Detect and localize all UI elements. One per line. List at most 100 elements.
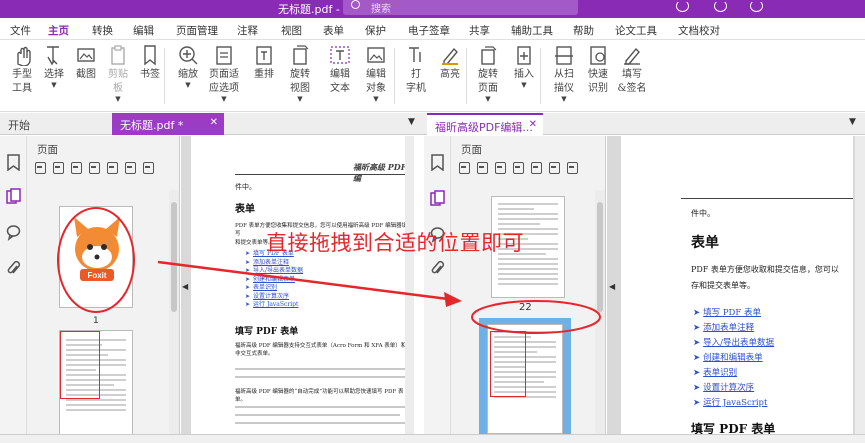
page-tool-icon[interactable] xyxy=(143,162,154,174)
ribbon-button-zoom[interactable]: 缩放 ▼ xyxy=(170,44,206,89)
tab-start[interactable]: 开始 xyxy=(0,113,110,135)
page-tool-icon[interactable] xyxy=(495,162,506,174)
page-tool-icon[interactable] xyxy=(549,162,560,174)
link-item[interactable]: 添加表单注释 xyxy=(693,321,774,336)
ribbon-button-screenshot[interactable]: 截图 xyxy=(68,44,104,82)
chevron-down-icon[interactable]: ▼ xyxy=(358,96,394,103)
ribbon-button-insert-page[interactable]: 插入 ▼ xyxy=(506,44,542,89)
chevron-down-icon[interactable]: ▼ xyxy=(470,96,506,103)
chevron-down-icon[interactable]: ▼ xyxy=(506,82,542,89)
page-thumbnail[interactable] xyxy=(487,324,563,434)
ribbon-button-highlight[interactable]: 高亮 xyxy=(432,44,468,82)
user-icon[interactable] xyxy=(714,0,727,12)
link-item[interactable]: 导入/导出表单数据 xyxy=(245,267,303,276)
page-thumbnail[interactable]: Foxit xyxy=(59,206,133,308)
ribbon-button-edit-object[interactable]: 编辑 对象 ▼ xyxy=(358,44,394,103)
menu-accessibility[interactable]: 辅助工具 xyxy=(511,23,553,38)
menu-e-signature[interactable]: 电子签章 xyxy=(408,23,450,38)
link-item[interactable]: 添加表单注释 xyxy=(245,259,303,268)
ribbon-button-hand[interactable]: 手型 工具 xyxy=(4,44,40,96)
menu-protect[interactable]: 保护 xyxy=(365,23,386,38)
link-item[interactable]: 表单识别 xyxy=(693,366,774,381)
ribbon-button-fill-sign[interactable]: 填写 &签名 xyxy=(614,44,650,96)
ribbon-button-bookmark[interactable]: 书签 xyxy=(132,44,168,82)
menu-view[interactable]: 视图 xyxy=(281,23,302,38)
scrollbar[interactable] xyxy=(405,136,414,434)
collapse-arrow-icon[interactable]: ◀ xyxy=(609,282,615,291)
ribbon-button-typewriter[interactable]: 打字机 xyxy=(398,44,434,96)
page-tool-icon[interactable] xyxy=(567,162,578,174)
ribbon-button-scanner[interactable]: 从扫 描仪 ▼ xyxy=(546,44,582,103)
scrollbar[interactable] xyxy=(595,190,605,434)
page-tool-icon[interactable] xyxy=(107,162,118,174)
menu-proofread[interactable]: 文档校对 xyxy=(678,23,720,38)
menu-help[interactable]: 帮助 xyxy=(573,23,594,38)
link-item[interactable]: 运行 JavaScript xyxy=(245,301,303,310)
menu-convert[interactable]: 转换 xyxy=(92,23,113,38)
scrollbar[interactable] xyxy=(855,136,865,434)
chevron-down-icon[interactable]: ▼ xyxy=(206,96,242,103)
collapse-arrow-icon[interactable]: ◀ xyxy=(182,282,188,291)
page-tool-icon[interactable] xyxy=(531,162,542,174)
bell-icon[interactable] xyxy=(676,0,689,12)
chevron-down-icon[interactable]: ▼ xyxy=(36,82,72,89)
page-tool-icon[interactable] xyxy=(477,162,488,174)
link-item[interactable]: 填写 PDF 表单 xyxy=(693,306,774,321)
ribbon-button-edit-text[interactable]: 编辑 文本 xyxy=(322,44,358,96)
page-tool-icon[interactable] xyxy=(513,162,524,174)
bookmark-icon[interactable] xyxy=(6,154,21,172)
scrollbar[interactable] xyxy=(169,190,179,434)
page-tool-icon[interactable] xyxy=(53,162,64,174)
link-item[interactable]: 创建和编辑表单 xyxy=(245,276,303,285)
search-box[interactable]: 搜索 xyxy=(343,0,578,15)
attachment-icon[interactable] xyxy=(430,260,445,277)
menu-thesis-tools[interactable]: 论文工具 xyxy=(615,23,657,38)
chevron-down-icon[interactable]: ▼ xyxy=(282,96,318,103)
scrollbar-thumb[interactable] xyxy=(597,202,603,312)
close-icon[interactable]: ✕ xyxy=(529,119,537,130)
menu-home[interactable]: 主页 xyxy=(44,23,73,44)
chevron-down-icon[interactable]: ▼ xyxy=(100,96,136,103)
link-item[interactable]: 导入/导出表单数据 xyxy=(693,336,774,351)
page-tool-icon[interactable] xyxy=(125,162,136,174)
link-item[interactable]: 设置计算次序 xyxy=(245,293,303,302)
chevron-down-icon[interactable]: ▼ xyxy=(546,96,582,103)
menu-share[interactable]: 共享 xyxy=(469,23,490,38)
menu-comment[interactable]: 注释 xyxy=(237,23,258,38)
ribbon-button-rotate-page[interactable]: 旋转 页面 ▼ xyxy=(470,44,506,103)
page-thumbnail[interactable] xyxy=(59,330,133,434)
scrollbar-thumb[interactable] xyxy=(171,202,177,312)
tab-bar: 开始 无标题.pdf * ✕ ▼ 福昕高级PDF编辑... ✕ ▼ xyxy=(0,113,865,135)
ribbon-button-rotate-view[interactable]: 旋转 视图 ▼ xyxy=(282,44,318,103)
tab-document-1[interactable]: 无标题.pdf * ✕ xyxy=(112,113,224,135)
pages-icon[interactable] xyxy=(424,186,451,211)
tab-dropdown-icon[interactable]: ▼ xyxy=(849,117,856,127)
comment-icon[interactable] xyxy=(6,224,21,241)
tab-document-2[interactable]: 福昕高级PDF编辑... ✕ xyxy=(427,113,543,135)
ribbon-button-select-text[interactable]: 选择 ▼ xyxy=(36,44,72,89)
ribbon-button-clipboard[interactable]: 剪贴板 ▼ xyxy=(100,44,136,103)
link-item[interactable]: 设置计算次序 xyxy=(693,381,774,396)
menu-form[interactable]: 表单 xyxy=(323,23,344,38)
link-item[interactable]: 运行 JavaScript xyxy=(693,396,774,411)
page-tool-icon[interactable] xyxy=(35,162,46,174)
close-icon[interactable]: ✕ xyxy=(210,117,218,128)
ribbon-button-fit-page[interactable]: 页面适 应选项 ▼ xyxy=(206,44,242,103)
pages-icon[interactable] xyxy=(0,184,27,209)
menu-file[interactable]: 文件 xyxy=(10,23,31,38)
chevron-down-icon[interactable]: ▼ xyxy=(170,82,206,89)
page-tool-icon[interactable] xyxy=(71,162,82,174)
attachment-icon[interactable] xyxy=(6,260,21,277)
bookmark-icon[interactable] xyxy=(430,154,445,172)
link-item[interactable]: 创建和编辑表单 xyxy=(693,351,774,366)
menu-edit[interactable]: 编辑 xyxy=(133,23,154,38)
rotate-page-icon xyxy=(477,44,499,66)
ribbon-button-reflow[interactable]: 重排 xyxy=(246,44,282,82)
tab-dropdown-icon[interactable]: ▼ xyxy=(408,117,415,127)
page-tool-icon[interactable] xyxy=(89,162,100,174)
settings-icon[interactable] xyxy=(750,0,763,12)
link-item[interactable]: 表单识别 xyxy=(245,284,303,293)
menu-page-manage[interactable]: 页面管理 xyxy=(176,23,218,38)
page-tool-icon[interactable] xyxy=(459,162,470,174)
ribbon-button-ocr[interactable]: 快速 识别 xyxy=(580,44,616,96)
